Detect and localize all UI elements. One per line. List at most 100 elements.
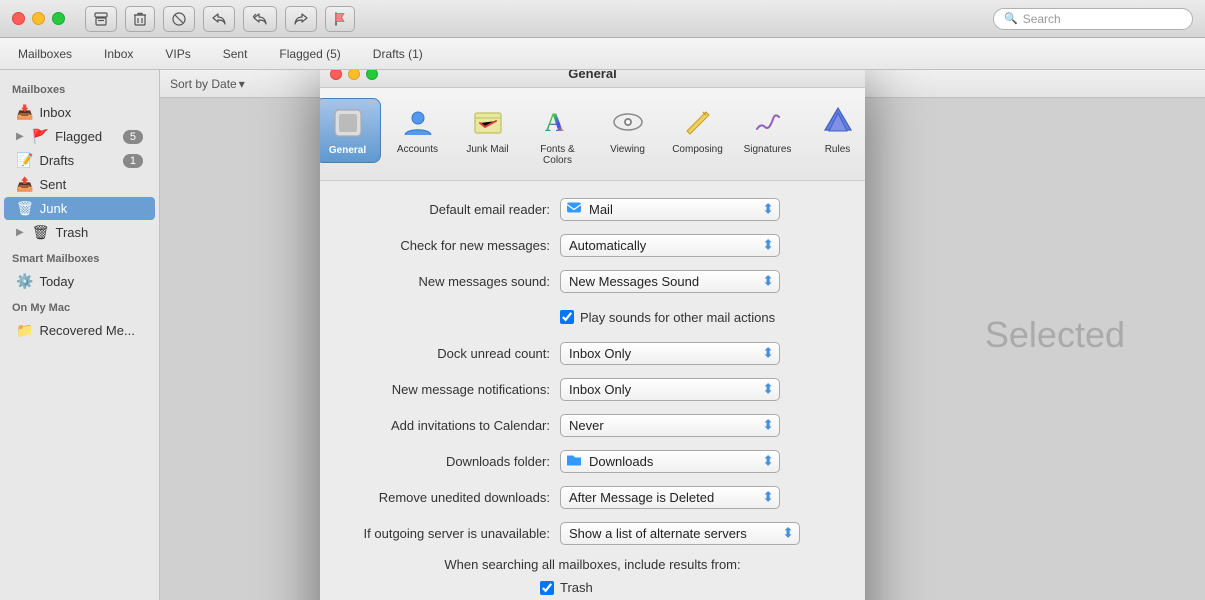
fonts-icon: A xyxy=(540,104,576,140)
search-trash-label: Trash xyxy=(560,580,593,595)
notifications-control: Inbox Only All Mailboxes VIPs None ⬍ xyxy=(560,378,845,401)
pref-row-default-email: Default email reader: Mail ⬍ xyxy=(340,197,845,221)
remove-unedited-control: After Message is Deleted Never When Mail… xyxy=(560,486,845,509)
tab-inbox[interactable]: Inbox xyxy=(96,43,141,65)
remove-unedited-label: Remove unedited downloads: xyxy=(340,490,560,505)
maximize-button[interactable] xyxy=(52,12,65,25)
play-sounds-label: Play sounds for other mail actions xyxy=(580,310,775,325)
check-messages-control: Automatically Every Minute Every 5 Minut… xyxy=(560,234,845,257)
recovered-icon: 📁 xyxy=(16,322,33,339)
pref-tab-junk-label: Junk Mail xyxy=(466,144,508,155)
pref-tab-rules[interactable]: Rules xyxy=(805,98,866,161)
reply-button[interactable] xyxy=(203,6,235,32)
search-bar[interactable]: 🔍 Search xyxy=(993,8,1193,30)
dock-unread-label: Dock unread count: xyxy=(340,346,560,361)
dock-unread-control: Inbox Only All Mailboxes ⬍ xyxy=(560,342,845,365)
default-email-control: Mail ⬍ xyxy=(560,198,845,221)
pref-tab-accounts[interactable]: Accounts xyxy=(385,98,451,161)
sound-label: New messages sound: xyxy=(340,274,560,289)
tab-drafts[interactable]: Drafts (1) xyxy=(365,43,431,65)
downloads-select-wrapper: Downloads ⬍ xyxy=(560,450,780,473)
sidebar-item-recovered[interactable]: 📁 Recovered Me... xyxy=(4,319,155,342)
default-email-select[interactable]: Mail xyxy=(560,198,780,221)
accounts-icon xyxy=(400,104,436,140)
notifications-select-wrapper: Inbox Only All Mailboxes VIPs None ⬍ xyxy=(560,378,780,401)
viewing-icon xyxy=(610,104,646,140)
downloads-select[interactable]: Downloads xyxy=(560,450,780,473)
drafts-icon: 📝 xyxy=(16,152,33,169)
pref-tab-signatures[interactable]: Signatures xyxy=(735,98,801,161)
check-messages-select[interactable]: Automatically Every Minute Every 5 Minut… xyxy=(560,234,780,257)
pref-tab-signatures-label: Signatures xyxy=(744,144,792,155)
close-button[interactable] xyxy=(12,12,25,25)
pref-row-downloads: Downloads folder: Downloads ⬍ xyxy=(340,449,845,473)
remove-unedited-select[interactable]: After Message is Deleted Never When Mail… xyxy=(560,486,780,509)
downloads-control: Downloads ⬍ xyxy=(560,450,845,473)
pref-row-outgoing: If outgoing server is unavailable: Show … xyxy=(340,521,845,545)
pref-tab-general-label: General xyxy=(329,145,366,156)
dock-unread-select[interactable]: Inbox Only All Mailboxes xyxy=(560,342,780,365)
search-placeholder: Search xyxy=(1023,12,1061,26)
notifications-label: New message notifications: xyxy=(340,382,560,397)
sidebar-item-sent[interactable]: 📤 Sent xyxy=(4,173,155,196)
sort-label: Sort by Date xyxy=(170,77,237,91)
forward-button[interactable] xyxy=(285,6,317,32)
search-trash-checkbox[interactable] xyxy=(540,581,554,595)
minimize-button[interactable] xyxy=(32,12,45,25)
modal-traffic-lights xyxy=(330,70,378,80)
pref-tab-composing[interactable]: Composing xyxy=(665,98,731,161)
flagged-icon: 🚩 xyxy=(32,128,49,145)
downloads-label: Downloads folder: xyxy=(340,454,560,469)
content-area: Sort by Date ▾ Selected General xyxy=(160,70,1205,600)
archive-button[interactable] xyxy=(85,6,117,32)
modal-close-button[interactable] xyxy=(330,70,342,80)
pref-row-play-sounds: Play sounds for other mail actions xyxy=(340,305,845,329)
delete-button[interactable] xyxy=(125,6,155,32)
sound-select[interactable]: New Messages Sound None xyxy=(560,270,780,293)
default-email-label: Default email reader: xyxy=(340,202,560,217)
pref-row-dock-unread: Dock unread count: Inbox Only All Mailbo… xyxy=(340,341,845,365)
junk-button[interactable] xyxy=(163,6,195,32)
sidebar-item-drafts[interactable]: 📝 Drafts 1 xyxy=(4,149,155,172)
tab-vips[interactable]: VIPs xyxy=(157,43,198,65)
outgoing-select[interactable]: Show a list of alternate servers Automat… xyxy=(560,522,800,545)
default-email-select-wrapper: Mail ⬍ xyxy=(560,198,780,221)
tab-mailboxes[interactable]: Mailboxes xyxy=(10,43,80,65)
pref-tab-viewing[interactable]: Viewing xyxy=(595,98,661,161)
pref-row-remove-unedited: Remove unedited downloads: After Message… xyxy=(340,485,845,509)
pref-tab-junk[interactable]: Junk Mail xyxy=(455,98,521,161)
pref-tab-general[interactable]: General xyxy=(320,98,381,163)
invitations-select[interactable]: Never Automatically Ask xyxy=(560,414,780,437)
flag-button[interactable] xyxy=(325,6,355,32)
remove-unedited-select-wrapper: After Message is Deleted Never When Mail… xyxy=(560,486,780,509)
sidebar-item-today[interactable]: ⚙️ Today xyxy=(4,270,155,293)
tab-sent[interactable]: Sent xyxy=(215,43,256,65)
prefs-toolbar: General Accounts Junk Mail xyxy=(320,88,865,181)
play-sounds-checkbox[interactable] xyxy=(560,310,574,324)
reply-all-button[interactable] xyxy=(243,6,277,32)
check-messages-label: Check for new messages: xyxy=(340,238,560,253)
traffic-lights xyxy=(12,12,65,25)
junk-mail-icon xyxy=(470,104,506,140)
pref-row-check-messages: Check for new messages: Automatically Ev… xyxy=(340,233,845,257)
searching-title: When searching all mailboxes, include re… xyxy=(340,557,845,572)
rules-icon xyxy=(820,104,856,140)
svg-text:A: A xyxy=(545,108,564,137)
tab-flagged[interactable]: Flagged (5) xyxy=(271,43,348,65)
mail-toolbar: Mailboxes Inbox VIPs Sent Flagged (5) Dr… xyxy=(0,38,1205,70)
sidebar-item-inbox[interactable]: 📥 Inbox xyxy=(4,101,155,124)
sound-select-wrapper: New Messages Sound None ⬍ xyxy=(560,270,780,293)
modal-title-bar: General xyxy=(320,70,865,88)
notifications-select[interactable]: Inbox Only All Mailboxes VIPs None xyxy=(560,378,780,401)
pref-tab-rules-label: Rules xyxy=(825,144,851,155)
pref-tab-viewing-label: Viewing xyxy=(610,144,645,155)
sidebar-item-junk[interactable]: 🗑 Junk xyxy=(4,197,155,220)
modal-maximize-button[interactable] xyxy=(366,70,378,80)
pref-tab-fonts[interactable]: A Fonts & Colors xyxy=(525,98,591,172)
pref-row-invitations: Add invitations to Calendar: Never Autom… xyxy=(340,413,845,437)
modal-minimize-button[interactable] xyxy=(348,70,360,80)
check-messages-select-wrapper: Automatically Every Minute Every 5 Minut… xyxy=(560,234,780,257)
sidebar-item-flagged[interactable]: ▶ 🚩 Flagged 5 xyxy=(4,125,155,148)
pref-row-notifications: New message notifications: Inbox Only Al… xyxy=(340,377,845,401)
sidebar-item-trash[interactable]: ▶ 🗑 Trash xyxy=(4,221,155,244)
